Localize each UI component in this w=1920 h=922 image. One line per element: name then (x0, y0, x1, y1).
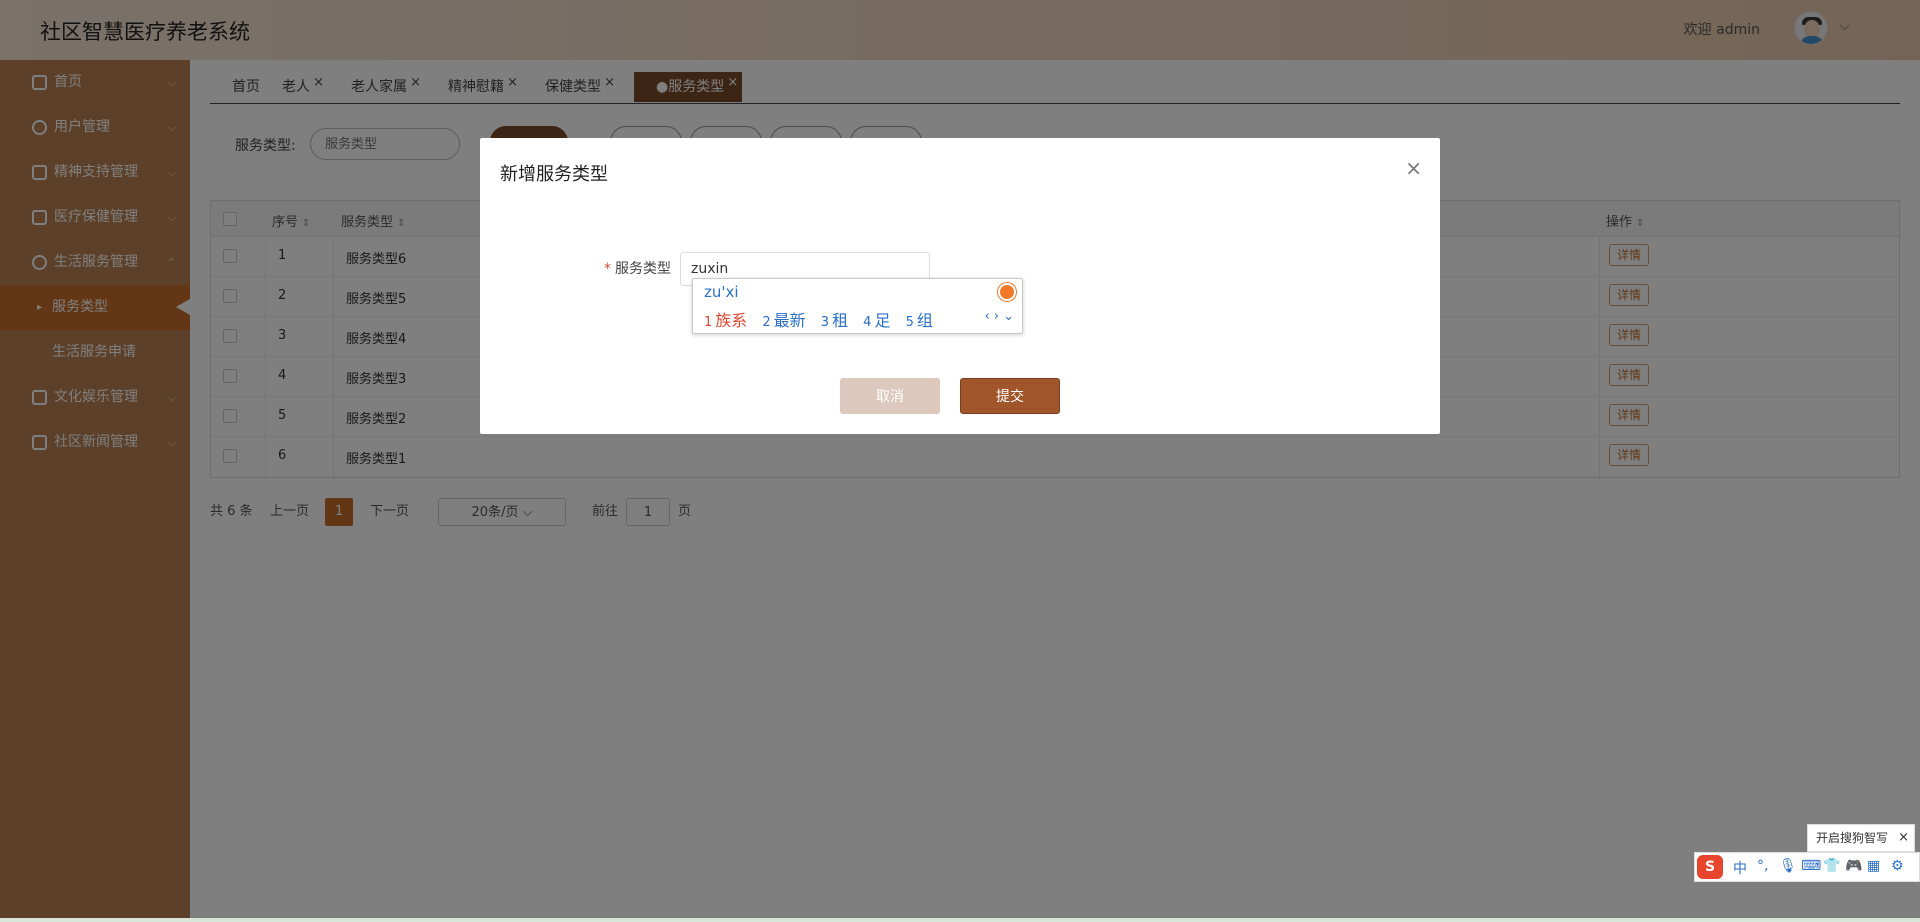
ime-candidate[interactable]: 2 最新 (762, 307, 805, 331)
ime-lang-toggle[interactable]: 中 (1733, 858, 1747, 878)
submit-button[interactable]: 提交 (960, 378, 1060, 414)
sogou-logo-icon[interactable]: S (1697, 855, 1723, 879)
ime-smart-write-tip[interactable]: 开启搜狗智写 × (1807, 824, 1915, 852)
ime-candidate-window: zu'xi 1 族系 2 最新 3租 4足 5组 ‹ › ⌄ (692, 278, 1023, 334)
ime-candidate[interactable]: 4足 (863, 307, 890, 331)
close-icon[interactable]: × (1405, 156, 1422, 180)
cancel-button[interactable]: 取消 (840, 378, 940, 414)
skin-icon[interactable]: 👕 (1823, 858, 1840, 874)
ime-candidate[interactable]: 3租 (821, 307, 848, 331)
field-label: * 服务类型 (604, 261, 671, 277)
dialog-title: 新增服务类型 (500, 164, 608, 185)
close-icon[interactable]: × (1898, 825, 1909, 851)
sogou-logo-icon[interactable] (998, 283, 1016, 301)
ime-toolbar: S 中 °, 🎙 ⌨ 👕 🎮 ▦ ⚙ (1694, 852, 1920, 882)
punctuation-icon[interactable]: °, (1757, 858, 1768, 874)
ime-candidate[interactable]: 5组 (906, 307, 933, 331)
game-icon[interactable]: 🎮 (1845, 858, 1862, 874)
ime-candidate[interactable]: 1 族系 (704, 307, 747, 331)
ime-candidates: 1 族系 2 最新 3租 4足 5组 (704, 307, 943, 331)
gear-icon[interactable]: ⚙ (1891, 858, 1904, 874)
bottom-strip (0, 918, 1920, 922)
ime-pinyin: zu'xi (704, 283, 739, 301)
microphone-icon[interactable]: 🎙 (1779, 858, 1797, 874)
ime-next-page-icon[interactable]: ‹ › ⌄ (984, 309, 1014, 324)
keyboard-icon[interactable]: ⌨ (1801, 858, 1821, 874)
grid-icon[interactable]: ▦ (1867, 858, 1880, 874)
